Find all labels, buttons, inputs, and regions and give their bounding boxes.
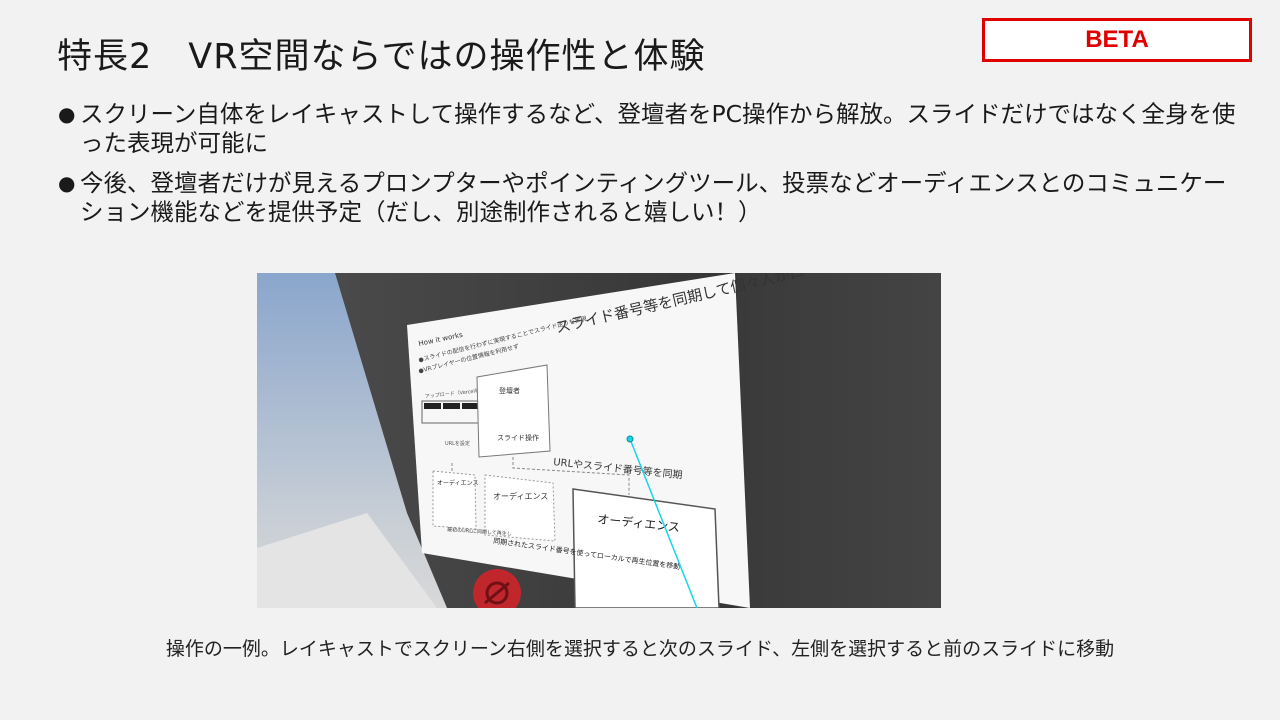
slide-title: 特長2 VR空間ならではの操作性と体験 xyxy=(57,37,706,77)
presenter-box-title: 登壇者 xyxy=(499,386,520,395)
arrow-block xyxy=(443,403,460,409)
right-wall xyxy=(737,273,941,608)
vr-screenshot: How it works スライド番号等を同期して個々人がローカルで再生 ●スラ… xyxy=(257,273,941,608)
audience-label: オーディエンス xyxy=(437,479,478,487)
presenter-box xyxy=(476,364,551,458)
screenshot-caption: 操作の一例。レイキャストでスクリーン右側を選択すると次のスライド、左側を選択する… xyxy=(165,638,1115,660)
bullet-item: ● スクリーン自体をレイキャストして操作するなど、登壇者をPC操作から解放。スラ… xyxy=(58,100,1248,158)
arrow-block xyxy=(424,403,441,409)
bullet-list: ● スクリーン自体をレイキャストして操作するなど、登壇者をPC操作から解放。スラ… xyxy=(58,100,1248,238)
bullet-text: スクリーン自体をレイキャストして操作するなど、登壇者をPC操作から解放。スライド… xyxy=(80,100,1236,157)
url-label: URLを設定 xyxy=(445,440,470,447)
raycast-pointer-icon xyxy=(626,435,634,443)
audience-label: オーディエンス xyxy=(493,491,548,501)
bullet-dot-icon: ● xyxy=(58,171,76,195)
arrow-block xyxy=(462,403,479,409)
bullet-text: 今後、登壇者だけが見えるプロンプターやポインティングツール、投票などオーディエン… xyxy=(80,169,1227,226)
presenter-box-sub: スライド操作 xyxy=(497,433,539,442)
bullet-item: ● 今後、登壇者だけが見えるプロンプターやポインティングツール、投票などオーディ… xyxy=(58,169,1248,227)
bullet-dot-icon: ● xyxy=(58,102,76,126)
vr-scene: How it works スライド番号等を同期して個々人がローカルで再生 ●スラ… xyxy=(257,273,941,608)
beta-badge: BETA xyxy=(982,18,1252,62)
audience-box-large xyxy=(572,488,720,608)
